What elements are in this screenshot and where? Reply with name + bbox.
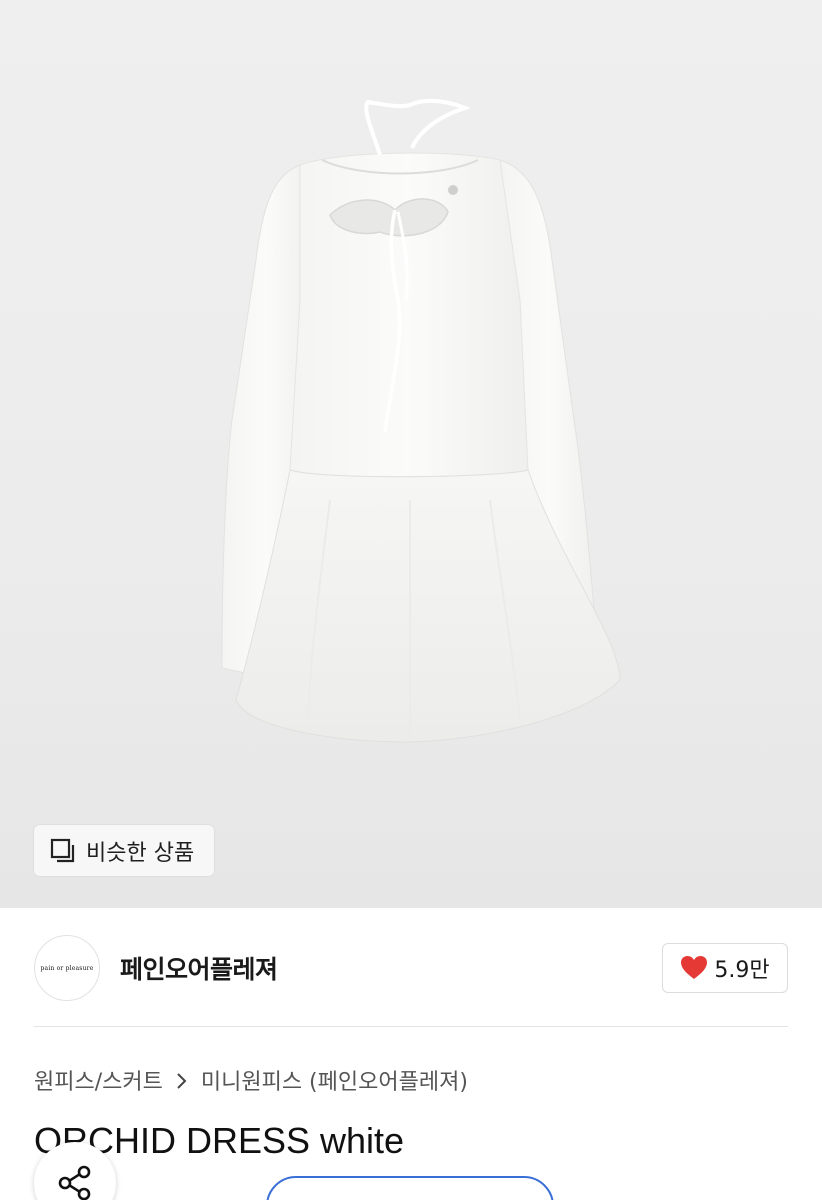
like-button[interactable]: 5.9만 <box>662 943 788 993</box>
breadcrumb: 원피스/스커트 미니원피스 (페인오어플레져) <box>34 1064 468 1096</box>
breadcrumb-subcategory[interactable]: 미니원피스 (페인오어플레져) <box>201 1064 468 1096</box>
heart-icon <box>680 955 708 981</box>
cta-pill-button[interactable] <box>266 1176 554 1200</box>
similar-products-button[interactable]: 비슷한 상품 <box>34 825 215 876</box>
dress-photo <box>221 98 621 743</box>
product-page: 비슷한 상품 pain or pleasure 페인오어플레져 5.9만 원피스… <box>0 0 822 1200</box>
breadcrumb-category[interactable]: 원피스/스커트 <box>34 1064 163 1096</box>
share-icon <box>58 1165 91 1200</box>
chevron-right-icon <box>175 1071 189 1089</box>
seller-logo[interactable]: pain or pleasure <box>34 935 100 1001</box>
divider <box>34 1026 788 1027</box>
product-image[interactable]: 비슷한 상품 <box>0 0 822 908</box>
seller-logo-text: pain or pleasure <box>40 964 94 972</box>
like-count: 5.9만 <box>714 958 770 983</box>
seller-name[interactable]: 페인오어플레져 <box>120 950 278 986</box>
stacked-squares-icon <box>50 838 76 864</box>
similar-products-label: 비슷한 상품 <box>86 840 195 866</box>
seller-row: pain or pleasure 페인오어플레져 5.9만 <box>34 935 788 1001</box>
